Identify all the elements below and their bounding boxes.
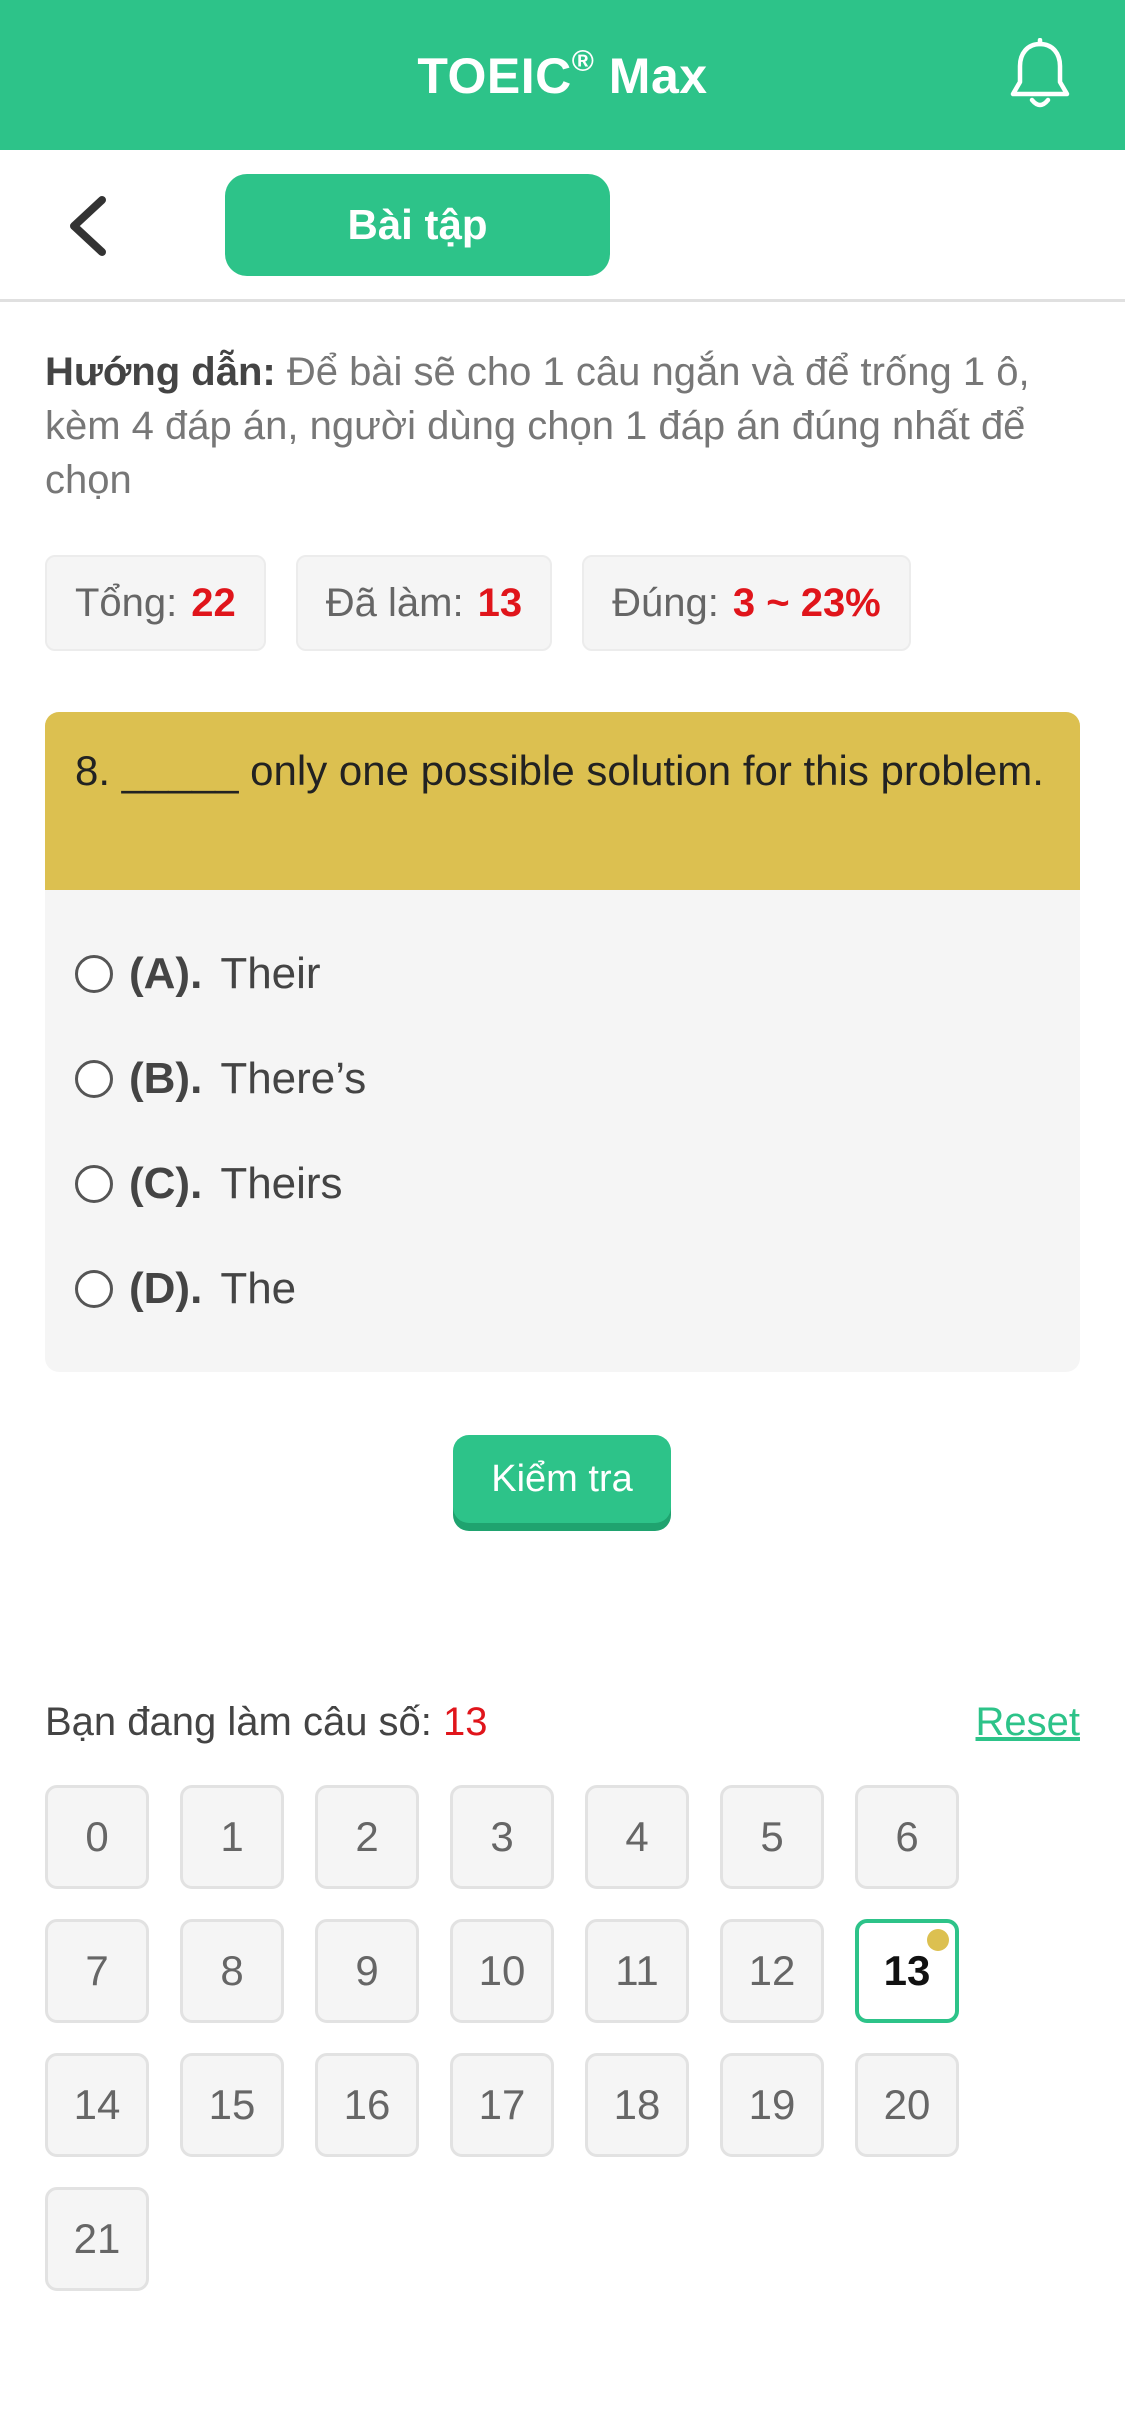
- option-d[interactable]: (D). The: [75, 1259, 296, 1319]
- question-number-button[interactable]: 16: [315, 2053, 419, 2157]
- radio-button[interactable]: [75, 955, 113, 993]
- question-number-button[interactable]: 18: [585, 2053, 689, 2157]
- check-button[interactable]: Kiểm tra: [453, 1435, 671, 1523]
- question-number-button[interactable]: 3: [450, 1785, 554, 1889]
- question-number-button[interactable]: 11: [585, 1919, 689, 2023]
- question-number-button[interactable]: 10: [450, 1919, 554, 2023]
- stats-bar: Tổng: 22 Đã làm: 13 Đúng: 3 ~ 23%: [45, 555, 911, 651]
- question-number-button[interactable]: 12: [720, 1919, 824, 2023]
- question-number-button[interactable]: 6: [855, 1785, 959, 1889]
- current-question-label: Bạn đang làm câu số: 13: [45, 1700, 488, 1744]
- question-number-button[interactable]: 19: [720, 2053, 824, 2157]
- app-header: TOEIC® Max: [0, 0, 1125, 150]
- current-indicator-dot: [927, 1929, 949, 1951]
- question-text: 8. _____ only one possible solution for …: [45, 712, 1080, 890]
- stat-done: Đã làm: 13: [295, 555, 553, 651]
- bell-icon[interactable]: [1005, 38, 1075, 112]
- question-number-button[interactable]: 13: [855, 1919, 959, 2023]
- sub-navigation: Bài tập: [0, 150, 1125, 302]
- question-number-button[interactable]: 14: [45, 2053, 149, 2157]
- app-title: TOEIC® Max: [417, 45, 708, 104]
- option-a[interactable]: (A). Their: [75, 944, 321, 1004]
- stat-correct: Đúng: 3 ~ 23%: [582, 555, 911, 651]
- question-number-button[interactable]: 4: [585, 1785, 689, 1889]
- tab-exercises[interactable]: Bài tập: [225, 174, 610, 276]
- question-number-button[interactable]: 21: [45, 2187, 149, 2291]
- option-c[interactable]: (C). Theirs: [75, 1154, 343, 1214]
- radio-button[interactable]: [75, 1060, 113, 1098]
- question-number-button[interactable]: 0: [45, 1785, 149, 1889]
- question-number-button[interactable]: 17: [450, 2053, 554, 2157]
- question-number-button[interactable]: 5: [720, 1785, 824, 1889]
- question-number-button[interactable]: 15: [180, 2053, 284, 2157]
- question-number-button[interactable]: 9: [315, 1919, 419, 2023]
- instructions-label: Hướng dẫn:: [45, 350, 276, 394]
- question-grid: 0 1 2 3 4 5 6 7 8 9 10 11 12 13 14 15 16 17 18 19 20 21: [45, 1785, 1085, 2291]
- option-b[interactable]: (B). There’s: [75, 1049, 366, 1109]
- question-number-button[interactable]: 8: [180, 1919, 284, 2023]
- question-number-button[interactable]: 20: [855, 2053, 959, 2157]
- question-number-button[interactable]: 1: [180, 1785, 284, 1889]
- radio-button[interactable]: [75, 1270, 113, 1308]
- question-card: 8. _____ only one possible solution for …: [45, 712, 1080, 1372]
- radio-button[interactable]: [75, 1165, 113, 1203]
- question-number-button[interactable]: 7: [45, 1919, 149, 2023]
- reset-link[interactable]: Reset: [976, 1700, 1081, 1745]
- question-number-button[interactable]: 2: [315, 1785, 419, 1889]
- instructions: Hướng dẫn: Để bài sẽ cho 1 câu ngắn và đ…: [45, 345, 1085, 507]
- stat-total: Tổng: 22: [45, 555, 266, 651]
- chevron-left-icon[interactable]: [60, 194, 120, 258]
